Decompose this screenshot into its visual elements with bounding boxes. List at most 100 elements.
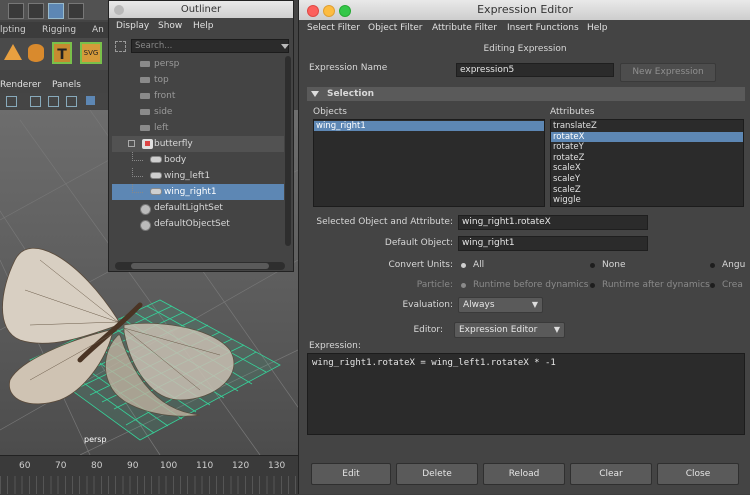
outliner-vertical-scrollbar[interactable]	[285, 56, 291, 246]
selection-section-header[interactable]: Selection	[307, 87, 745, 101]
cylinder-icon[interactable]	[28, 44, 44, 62]
shelf-tab-animation[interactable]: An	[92, 25, 104, 35]
search-options-icon[interactable]	[115, 41, 126, 52]
editor-dropdown[interactable]: Expression Editor ▼	[454, 322, 565, 338]
expression-name-field[interactable]: expression5	[456, 63, 614, 77]
shaded-icon[interactable]	[48, 96, 59, 107]
convert-units-none-radio[interactable]	[590, 263, 595, 268]
attribute-list-item[interactable]: wiggle	[551, 195, 743, 205]
insert-functions-menu[interactable]: Insert Functions	[507, 23, 579, 33]
outliner-item[interactable]: wing_right1	[112, 184, 284, 200]
particle-creation-radio[interactable]	[710, 283, 715, 288]
selected-object-attribute-field[interactable]: wing_right1.rotateX	[458, 215, 648, 230]
outliner-item[interactable]: defaultObjectSet	[112, 216, 284, 232]
renderer-menu[interactable]: Renderer	[0, 80, 41, 90]
display-menu[interactable]: Display	[116, 21, 149, 31]
edit-button[interactable]: Edit	[311, 463, 391, 485]
lasso-tool-icon[interactable]	[28, 3, 44, 19]
collapse-arrow-icon[interactable]	[311, 91, 319, 97]
show-menu[interactable]: Show	[158, 21, 182, 31]
collapse-icon[interactable]	[128, 140, 135, 147]
evaluation-value: Always	[463, 300, 495, 310]
attribute-list-item[interactable]: rotateX	[551, 131, 743, 142]
help-menu[interactable]: Help	[193, 21, 214, 31]
timeline-ruler[interactable]	[0, 476, 298, 494]
attribute-list-item[interactable]: scaleZ	[551, 185, 743, 195]
outliner-item[interactable]: top	[112, 72, 284, 88]
shelf-tabs: lpting Rigging An	[0, 22, 110, 38]
wireframe-icon[interactable]	[30, 96, 41, 107]
outliner-item-label: top	[154, 75, 169, 85]
timeline-tick: 90	[127, 461, 139, 471]
convert-units-angular-radio[interactable]	[710, 263, 715, 268]
attribute-list-item[interactable]: scaleX	[551, 163, 743, 173]
scrollbar-thumb[interactable]	[131, 263, 269, 269]
expression-editor-window: Expression Editor Select Filter Object F…	[298, 0, 750, 494]
close-icon[interactable]	[307, 5, 319, 17]
outliner-item[interactable]: front	[112, 88, 284, 104]
default-object-field[interactable]: wing_right1	[458, 236, 648, 251]
delete-button[interactable]: Delete	[396, 463, 478, 485]
expression-name-label: Expression Name	[309, 63, 388, 73]
search-dropdown-icon[interactable]	[281, 44, 289, 49]
close-button[interactable]: Close	[657, 463, 739, 485]
panels-menu[interactable]: Panels	[52, 80, 81, 90]
shelf-tab-rigging[interactable]: Rigging	[42, 25, 76, 35]
reload-button[interactable]: Reload	[483, 463, 565, 485]
time-slider[interactable]: 60 70 80 90 100 110 120 130	[0, 455, 298, 495]
set-icon	[140, 204, 151, 215]
expression-editor-titlebar[interactable]: Expression Editor	[299, 0, 750, 20]
expression-text-area[interactable]: wing_right1.rotateX = wing_left1.rotateX…	[307, 353, 745, 435]
shelf-tab-lighting[interactable]: lpting	[0, 25, 26, 35]
outliner-item[interactable]: persp	[112, 56, 284, 72]
outliner-item-label: wing_left1	[164, 171, 211, 181]
evaluation-dropdown[interactable]: Always ▼	[458, 297, 543, 313]
outliner-item[interactable]: side	[112, 104, 284, 120]
outliner-item-label: defaultLightSet	[154, 203, 223, 213]
paint-select-icon[interactable]	[48, 3, 64, 19]
attribute-list-item[interactable]: rotateZ	[551, 153, 743, 163]
objects-list[interactable]: wing_right1	[313, 119, 545, 207]
text-tool-icon[interactable]: T	[52, 42, 72, 64]
attribute-list-item[interactable]: scaleY	[551, 174, 743, 184]
new-expression-button[interactable]: New Expression	[620, 63, 716, 82]
attribute-list-item[interactable]: translateZ	[551, 121, 743, 131]
attributes-list[interactable]: translateZ rotateX rotateY rotateZ scaleX sca…	[550, 119, 744, 207]
lighting-icon[interactable]	[86, 96, 95, 105]
attribute-filter-menu[interactable]: Attribute Filter	[432, 23, 497, 33]
tree-connector	[132, 168, 143, 177]
clear-button[interactable]: Clear	[570, 463, 652, 485]
maximize-icon[interactable]	[339, 5, 351, 17]
selection-header-label: Selection	[327, 89, 375, 99]
help-menu[interactable]: Help	[587, 23, 608, 33]
outliner-titlebar[interactable]: Outliner	[109, 1, 293, 18]
outliner-item[interactable]: body	[112, 152, 284, 168]
cone-icon[interactable]	[4, 44, 22, 60]
minimize-icon[interactable]	[323, 5, 335, 17]
close-icon[interactable]	[114, 5, 124, 15]
particle-after-radio[interactable]	[590, 283, 595, 288]
camera-icon	[140, 125, 150, 131]
outliner-item[interactable]: butterfly	[112, 136, 284, 152]
convert-units-all-radio[interactable]	[461, 263, 466, 268]
object-list-item[interactable]: wing_right1	[314, 121, 544, 131]
select-tool-icon[interactable]	[8, 3, 24, 19]
timeline-tick: 120	[232, 461, 250, 471]
grid-toggle-icon[interactable]	[6, 96, 17, 107]
outliner-item[interactable]: left	[112, 120, 284, 136]
svg-tool-icon[interactable]: SVG	[80, 42, 102, 64]
mesh-icon	[150, 172, 162, 179]
particle-label: Particle:	[416, 280, 453, 290]
outliner-item[interactable]: defaultLightSet	[112, 200, 284, 216]
outliner-item-label: front	[154, 91, 176, 101]
particle-before-radio[interactable]	[461, 283, 466, 288]
outliner-item[interactable]: wing_left1	[112, 168, 284, 184]
search-input[interactable]: Search...	[131, 39, 289, 53]
move-tool-icon[interactable]	[68, 3, 84, 19]
select-filter-menu[interactable]: Select Filter	[307, 23, 360, 33]
object-filter-menu[interactable]: Object Filter	[368, 23, 422, 33]
attribute-list-item[interactable]: rotateY	[551, 142, 743, 152]
textured-icon[interactable]	[66, 96, 77, 107]
outliner-horizontal-scrollbar[interactable]	[115, 262, 285, 270]
expression-editor-menubar: Select Filter Object Filter Attribute Fi…	[299, 20, 750, 36]
